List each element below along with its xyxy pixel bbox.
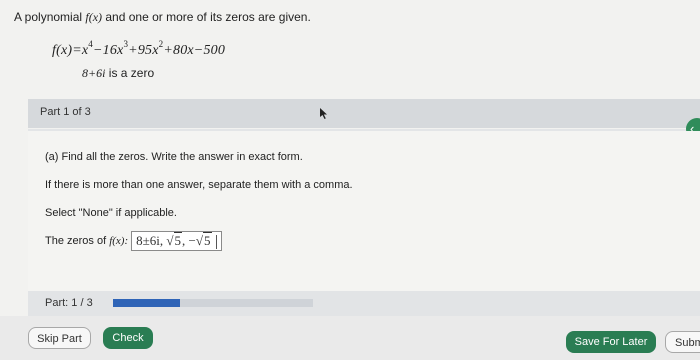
answer-separator: , xyxy=(182,233,186,248)
save-for-later-button[interactable]: Save For Later xyxy=(566,331,656,353)
progress-band: Part: 1 / 3 xyxy=(28,291,700,316)
answer-label: The zeros of f(x): xyxy=(45,235,128,247)
answer-row: The zeros of f(x): 8±6i, √5, −√5 xyxy=(45,231,222,252)
progress-label: Part: 1 / 3 xyxy=(45,297,93,309)
answer-input[interactable]: 8±6i, √5, −√5 xyxy=(131,231,222,252)
radical-sign: √ xyxy=(195,233,204,248)
part-header: Part 1 of 3 xyxy=(28,99,700,128)
radicand: 5 xyxy=(203,232,212,248)
answer-term-complex: 8±6i, xyxy=(136,233,164,248)
multiple-answers-note: If there is more than one answer, separa… xyxy=(45,179,353,191)
eq-term-3: +95x xyxy=(128,43,159,58)
none-note: Select "None" if applicable. xyxy=(45,207,177,219)
eq-lhs: f(x)=x xyxy=(52,43,89,58)
eq-term-2: −16x xyxy=(93,43,124,58)
question-instruction: (a) Find all the zeros. Write the answer… xyxy=(45,151,303,163)
intro-text-pre: A polynomial xyxy=(14,10,86,24)
question-panel: (a) Find all the zeros. Write the answer… xyxy=(28,131,700,291)
polynomial-equation: f(x)=x4−16x3+95x2+80x−500 xyxy=(52,39,225,59)
answer-minus: − xyxy=(188,233,196,248)
skip-part-button[interactable]: Skip Part xyxy=(28,327,91,349)
function-name: f(x) xyxy=(85,10,103,24)
check-button[interactable]: Check xyxy=(103,327,153,349)
eq-term-4: +80x−500 xyxy=(163,43,226,58)
text-caret xyxy=(215,235,217,250)
answer-prefix: The zeros of xyxy=(45,235,110,247)
radical-sign: √ xyxy=(166,233,174,248)
progress-bar-fill xyxy=(113,299,180,307)
progress-bar xyxy=(113,299,313,307)
mouse-cursor-icon xyxy=(320,108,327,119)
answer-function: f(x): xyxy=(109,235,129,247)
given-zero: 8+6i is a zero xyxy=(82,66,154,81)
footer-bar: Skip Part Check Save For Later Subm xyxy=(0,316,700,360)
given-zero-suffix: is a zero xyxy=(105,66,155,80)
intro-text-post: and one or more of its zeros are given. xyxy=(102,10,311,24)
radicand: 5 xyxy=(173,232,183,248)
given-zero-value: 8+6i xyxy=(82,66,106,80)
problem-intro: A polynomial f(x) and one or more of its… xyxy=(14,10,311,25)
submit-button[interactable]: Subm xyxy=(665,331,700,353)
part-header-label: Part 1 of 3 xyxy=(40,106,91,118)
